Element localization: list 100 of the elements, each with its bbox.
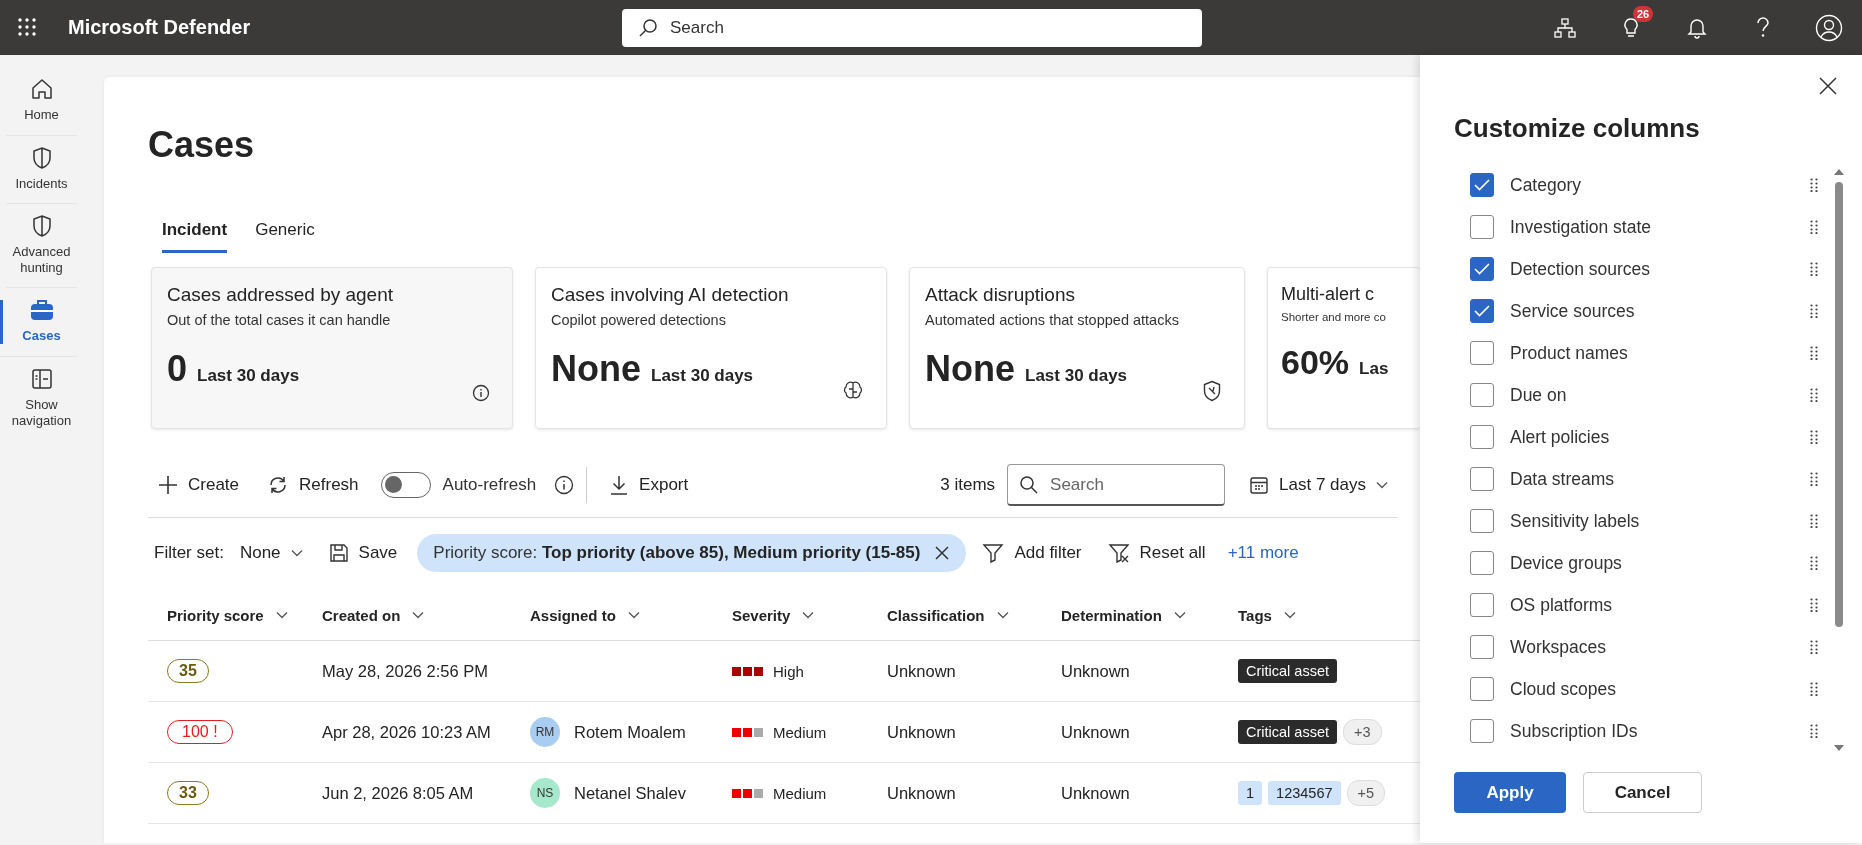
checkbox[interactable] <box>1470 677 1494 701</box>
drag-handle-icon[interactable] <box>1810 346 1818 360</box>
more-tags-badge[interactable]: +5 <box>1346 780 1386 806</box>
drag-handle-icon[interactable] <box>1810 472 1818 486</box>
checkbox[interactable] <box>1470 215 1494 239</box>
drag-handle-icon[interactable] <box>1810 598 1818 612</box>
drag-handle-icon[interactable] <box>1810 514 1818 528</box>
card-subtitle: Copilot powered detections <box>551 312 727 328</box>
column-option-label: Sensitivity labels <box>1510 510 1641 532</box>
severity-icon <box>732 666 763 676</box>
checkbox[interactable] <box>1470 593 1494 617</box>
app-title: Microsoft Defender <box>68 16 252 39</box>
severity-label: Medium <box>773 723 827 741</box>
search-field[interactable]: Search <box>1007 464 1226 506</box>
refresh-button[interactable]: Refresh <box>257 468 369 502</box>
drag-handle-icon[interactable] <box>1810 724 1818 738</box>
column-header[interactable]: Created on <box>322 606 425 624</box>
filter-set-dropdown[interactable]: None <box>229 537 313 569</box>
column-header[interactable]: Severity <box>732 606 815 624</box>
card-subtitle: Out of the total cases it can handle <box>167 312 392 328</box>
drag-handle-icon[interactable] <box>1810 178 1818 192</box>
column-header[interactable]: Assigned to <box>530 606 640 624</box>
auto-refresh-toggle[interactable] <box>380 472 431 498</box>
column-option-label: Workspaces <box>1510 636 1607 658</box>
column-header[interactable]: Tags <box>1238 606 1296 624</box>
cancel-button[interactable]: Cancel <box>1583 772 1702 813</box>
column-option-label: Due on <box>1510 384 1568 406</box>
scroll-up-arrow-icon[interactable] <box>1833 168 1845 176</box>
panel-icon <box>29 366 54 391</box>
drag-handle-icon[interactable] <box>1810 262 1818 276</box>
checkbox[interactable] <box>1470 551 1494 575</box>
bell-icon[interactable] <box>1687 16 1707 39</box>
drag-handle-icon[interactable] <box>1810 556 1818 570</box>
page-title: Cases <box>148 124 256 167</box>
info-icon[interactable] <box>554 475 575 495</box>
add-filter-button[interactable]: Add filter <box>972 536 1092 570</box>
checkbox[interactable] <box>1470 509 1494 533</box>
chevron-down-icon <box>627 611 640 619</box>
checkbox[interactable] <box>1470 719 1494 743</box>
drag-handle-icon[interactable] <box>1810 640 1818 654</box>
more-filters-link[interactable]: +11 more <box>1227 543 1299 563</box>
scroll-down-arrow-icon[interactable] <box>1833 744 1845 752</box>
table-cell: May 28, 2026 2:56 PM <box>322 661 488 680</box>
user-avatar-icon[interactable] <box>1815 13 1843 42</box>
column-header[interactable]: Classification <box>887 606 1009 624</box>
column-option-label: Investigation state <box>1510 216 1653 238</box>
close-icon[interactable] <box>934 545 951 561</box>
plus-icon <box>158 475 178 495</box>
export-button[interactable]: Export <box>599 469 699 501</box>
info-icon <box>472 384 490 402</box>
table-cell: Unknown <box>1061 783 1130 802</box>
checkbox[interactable] <box>1470 467 1494 491</box>
checkbox[interactable] <box>1470 299 1494 323</box>
search-field[interactable]: Search <box>622 8 1202 47</box>
card-title: Cases addressed by agent <box>167 284 395 306</box>
tag: 1234567 <box>1268 781 1341 805</box>
checkbox[interactable] <box>1470 425 1494 449</box>
drag-handle-icon[interactable] <box>1810 388 1818 402</box>
apply-button[interactable]: Apply <box>1454 772 1566 813</box>
table-cell: Jun 2, 2026 8:05 AM <box>322 783 474 802</box>
checkbox[interactable] <box>1470 383 1494 407</box>
tag: 1 <box>1238 781 1263 805</box>
tag: Critical asset <box>1238 659 1337 683</box>
checkbox[interactable] <box>1470 635 1494 659</box>
filter-chip[interactable]: Priority score: Top priority (above 85), Medium priority (15-85) <box>417 534 967 572</box>
toggle-label: Auto-refresh <box>442 475 537 495</box>
card-title: Attack disruptions <box>925 284 1076 306</box>
more-tags-badge[interactable]: +3 <box>1343 719 1382 745</box>
card-period: Las <box>1359 359 1389 379</box>
tab[interactable]: Incident <box>162 214 228 253</box>
table-cell: Unknown <box>1061 661 1130 680</box>
create-button[interactable]: Create <box>148 469 250 501</box>
lightbulb-icon[interactable] <box>1621 16 1641 39</box>
drag-handle-icon[interactable] <box>1810 682 1818 696</box>
column-header[interactable]: Priority score <box>167 606 288 624</box>
drag-handle-icon[interactable] <box>1810 430 1818 444</box>
drag-handle-icon[interactable] <box>1810 220 1818 234</box>
search-icon <box>638 17 658 38</box>
download-icon <box>609 475 630 495</box>
nav-item[interactable]: Advanced hunting <box>6 204 77 289</box>
column-option-label: Alert policies <box>1510 426 1611 448</box>
org-chart-icon[interactable] <box>1554 16 1576 39</box>
search-icon <box>1019 475 1040 495</box>
nav-item[interactable]: Home <box>6 67 77 136</box>
column-header[interactable]: Determination <box>1061 606 1186 624</box>
reset-all-button[interactable]: Reset all <box>1097 536 1216 570</box>
card-period: Last 30 days <box>1025 366 1128 386</box>
checkbox[interactable] <box>1470 341 1494 365</box>
nav-item[interactable]: Incidents <box>6 135 77 205</box>
nav-item[interactable]: Cases <box>0 288 77 357</box>
drag-handle-icon[interactable] <box>1810 304 1818 318</box>
date-range-dropdown[interactable]: Last 7 days <box>1239 469 1398 501</box>
checkbox[interactable] <box>1470 173 1494 197</box>
save-button[interactable]: Save <box>318 537 408 569</box>
app-launcher-icon[interactable] <box>18 17 38 38</box>
nav-item[interactable]: Show navigation <box>6 356 77 441</box>
close-icon[interactable] <box>1819 77 1837 95</box>
checkbox[interactable] <box>1470 257 1494 281</box>
help-icon[interactable] <box>1756 16 1770 39</box>
tab[interactable]: Generic <box>255 214 315 253</box>
